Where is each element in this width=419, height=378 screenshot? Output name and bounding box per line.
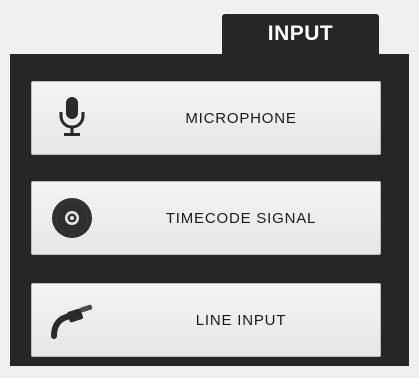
timecode-signal-button[interactable]: TIMECODE SIGNAL <box>31 181 381 255</box>
microphone-button[interactable]: MICROPHONE <box>31 81 381 155</box>
timecode-signal-label: TIMECODE SIGNAL <box>165 209 317 227</box>
vinyl-disc-icon <box>48 194 96 242</box>
line-input-button[interactable]: LINE INPUT <box>31 283 381 357</box>
audio-cable-icon <box>48 296 96 344</box>
microphone-label: MICROPHONE <box>185 109 297 127</box>
microphone-icon <box>48 94 96 142</box>
input-settings-widget: INPUT MICROPHONE TIMECODE SIGNAL LINE IN… <box>0 0 419 378</box>
tab-input[interactable]: INPUT <box>222 14 379 54</box>
line-input-label: LINE INPUT <box>195 311 287 329</box>
tab-input-label: INPUT <box>267 22 334 45</box>
